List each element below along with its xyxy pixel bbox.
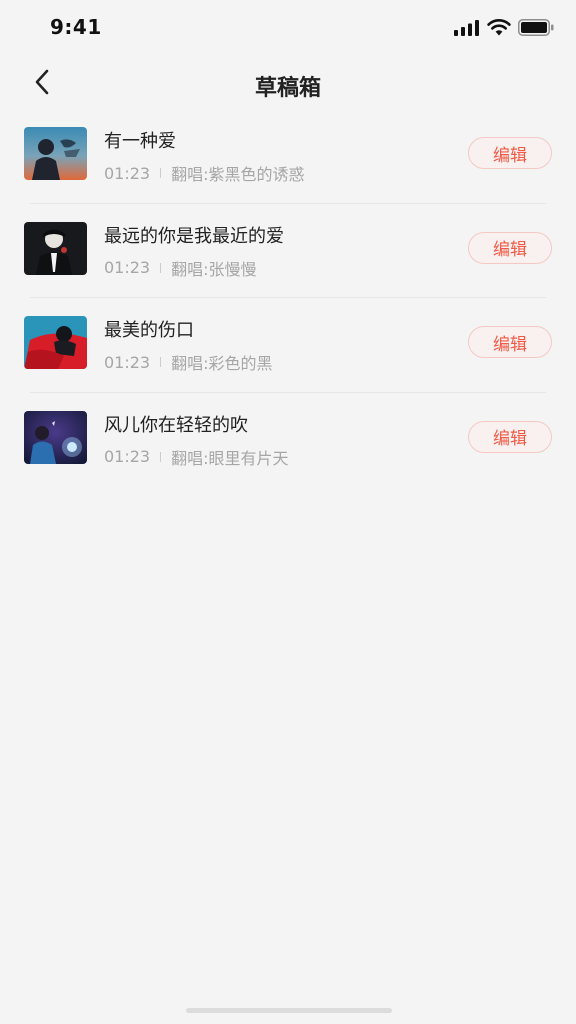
song-meta: 01:23 翻唱:紫黑色的诱惑	[104, 161, 305, 185]
song-duration: 01:23	[104, 352, 151, 372]
edit-button[interactable]: 编辑	[468, 137, 552, 169]
cover-artist: 翻唱:眼里有片天	[171, 448, 289, 468]
drafts-list: 有一种爱 01:23 翻唱:紫黑色的诱惑 编辑 最远的你是我最近的爱 01:23…	[0, 108, 576, 486]
song-duration: 01:23	[104, 447, 151, 466]
page-title: 草稿箱	[254, 76, 321, 101]
navigation-bar: 草稿箱	[0, 56, 576, 112]
status-time: 9:41	[50, 15, 102, 39]
battery-icon	[518, 19, 554, 40]
song-meta: 01:23 翻唱:眼里有片天	[104, 445, 289, 469]
status-bar: 9:41	[0, 0, 576, 56]
song-title: 最美的伤口	[104, 320, 194, 341]
cover-artist: 翻唱:紫黑色的诱惑	[171, 165, 305, 184]
draft-item[interactable]: 最远的你是我最近的爱 01:23 翻唱:张慢慢 编辑	[0, 202, 576, 298]
cellular-signal-icon	[454, 19, 480, 40]
song-title: 最远的你是我最近的爱	[104, 225, 284, 247]
cover-artist: 翻唱:彩色的黑	[171, 354, 273, 373]
meta-divider	[160, 262, 162, 273]
meta-divider	[160, 357, 162, 367]
song-meta: 01:23 翻唱:张慢慢	[104, 256, 257, 280]
edit-button[interactable]: 编辑	[468, 326, 552, 358]
wifi-icon	[487, 19, 511, 40]
meta-divider	[160, 168, 162, 178]
song-cover-image	[24, 127, 87, 180]
song-cover-image	[24, 316, 87, 369]
song-cover-image	[24, 221, 87, 275]
song-cover-image	[24, 410, 87, 464]
home-indicator[interactable]	[186, 1008, 392, 1013]
song-title: 有一种爱	[104, 131, 176, 152]
song-duration: 01:23	[104, 258, 151, 277]
edit-button[interactable]: 编辑	[468, 420, 552, 453]
draft-item[interactable]: 最美的伤口 01:23 翻唱:彩色的黑 编辑	[0, 297, 576, 392]
song-duration: 01:23	[104, 163, 151, 183]
cover-artist: 翻唱:张慢慢	[171, 259, 257, 279]
draft-item[interactable]: 风儿你在轻轻的吹 01:23 翻唱:眼里有片天 编辑	[0, 391, 576, 487]
meta-divider	[160, 451, 162, 462]
song-title: 风儿你在轻轻的吹	[104, 414, 248, 436]
status-icons	[454, 19, 554, 40]
draft-item[interactable]: 有一种爱 01:23 翻唱:紫黑色的诱惑 编辑	[0, 108, 576, 203]
edit-button[interactable]: 编辑	[468, 231, 552, 264]
song-meta: 01:23 翻唱:彩色的黑	[104, 350, 273, 374]
